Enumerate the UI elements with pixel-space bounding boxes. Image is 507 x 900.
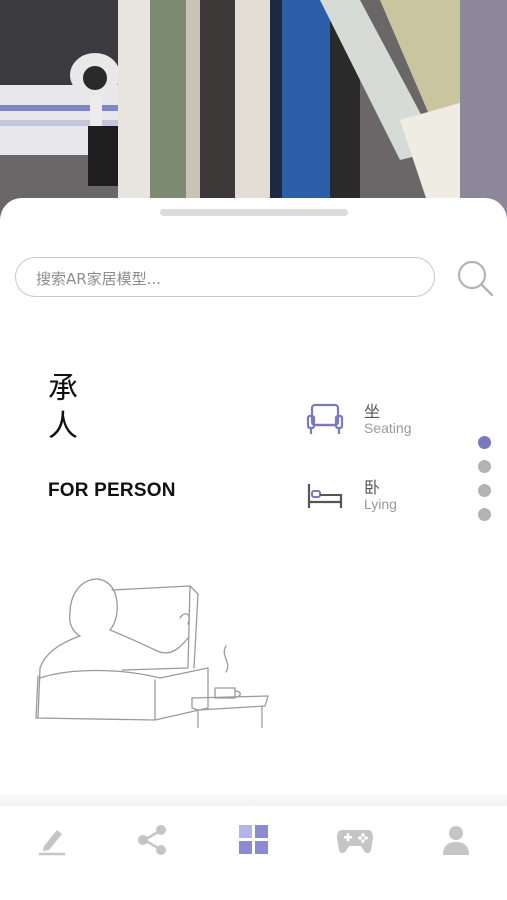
tabbar-divider [0,794,507,806]
grid-icon [239,825,268,854]
category-title-zh: 承人 [48,371,78,444]
pencil-icon [39,830,65,856]
tab-share[interactable] [122,822,182,858]
pager-dot[interactable] [478,460,491,473]
drag-handle[interactable] [160,209,348,216]
pager-dot[interactable] [478,508,491,521]
tab-game[interactable] [325,822,385,858]
search-button[interactable] [455,257,495,297]
subcategory-seating[interactable]: 坐 Seating [306,398,456,442]
category-title-en: FOR PERSON [48,480,176,501]
pager-dot[interactable] [478,484,491,497]
tab-profile[interactable] [426,822,486,858]
person-reading-illustration [35,578,269,728]
search-input[interactable]: 搜索AR家居模型... [15,257,435,297]
subcategory-label-zh: 卧 [364,478,381,497]
gamepad-icon [337,830,373,854]
pager-dot-active[interactable] [478,436,491,449]
subcategory-label-zh: 坐 [364,402,381,421]
subcategory-lying[interactable]: 卧 Lying [306,474,456,518]
armchair-icon [306,403,344,434]
search-icon [457,260,494,297]
subcategory-label-en: Lying [364,496,397,512]
share-icon [138,825,166,855]
subcategory-label-en: Seating [364,420,412,436]
search-placeholder: 搜索AR家居模型... [36,270,161,288]
user-icon [443,826,469,855]
tab-edit[interactable] [22,822,82,858]
tab-catalog[interactable] [224,822,284,858]
bottom-tab-bar [0,808,507,900]
bottom-sheet: 搜索AR家居模型... 承人 FOR PERSON 坐 Seating 卧 Ly… [0,198,507,900]
bed-icon [307,484,343,508]
